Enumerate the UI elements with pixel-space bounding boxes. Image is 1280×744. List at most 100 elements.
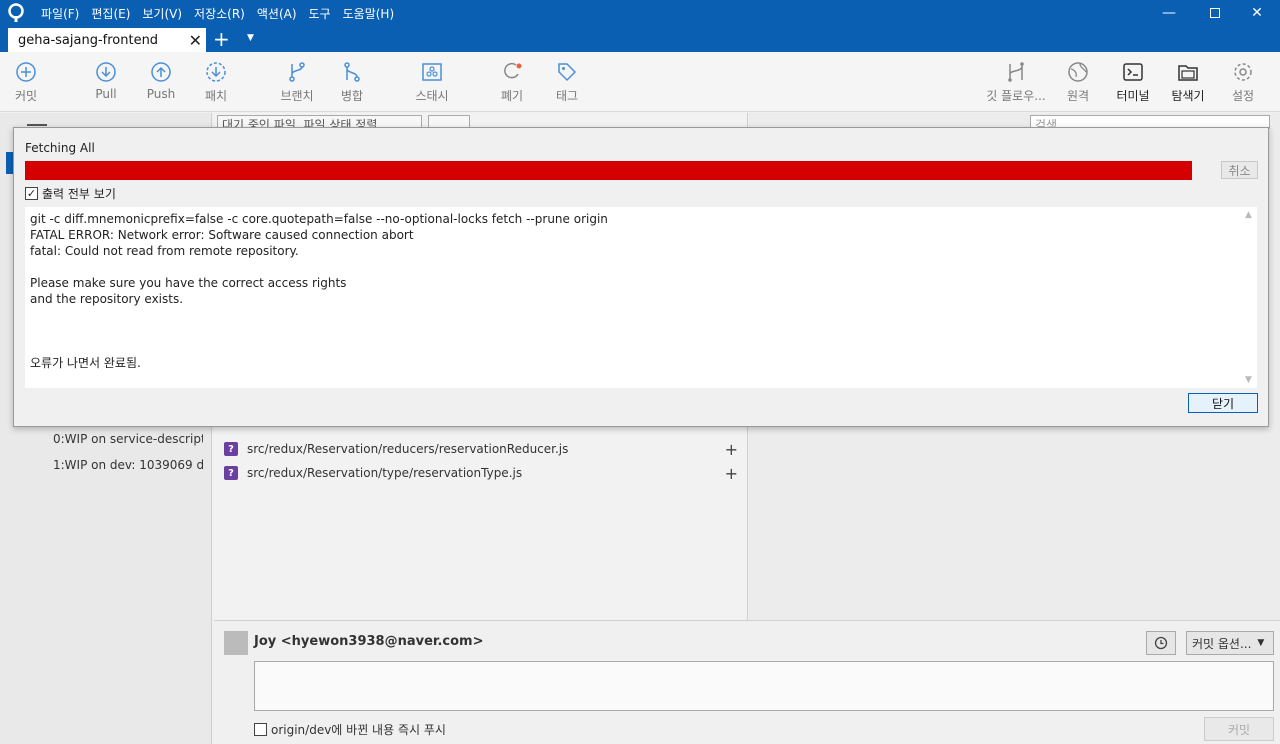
push-button[interactable]: Push <box>131 60 191 101</box>
output-line: git -c diff.mnemonicprefix=false -c core… <box>30 212 608 226</box>
output-scrollbar[interactable]: ▲ ▼ <box>1241 207 1257 388</box>
merge-button[interactable]: 병합 <box>322 60 382 104</box>
remote-label: 원격 <box>1066 89 1090 103</box>
toolbar: 커밋 Pull Push 패치 브랜치 병합 스태시 폐기 태그 깃 플로우..… <box>0 52 1280 112</box>
commit-options-label: 커밋 옵션... <box>1192 636 1252 651</box>
discard-button[interactable]: 폐기 <box>482 60 542 104</box>
pull-button[interactable]: Pull <box>76 60 136 101</box>
gitflow-label: 깃 플로우... <box>986 89 1046 103</box>
file-path: src/redux/Reservation/type/reservationTy… <box>247 466 523 480</box>
clock-icon <box>1154 636 1168 650</box>
output-line: 오류가 나면서 완료됨. <box>30 356 141 370</box>
gitflow-button[interactable]: 깃 플로우... <box>979 60 1053 104</box>
stage-file-icon[interactable]: + <box>725 464 738 483</box>
stage-file-icon[interactable]: + <box>725 440 738 459</box>
arrow-up-circle-icon <box>151 62 171 82</box>
branch-button[interactable]: 브랜치 <box>267 60 327 104</box>
checkbox-icon <box>254 723 267 736</box>
arrow-down-circle-icon <box>96 62 116 82</box>
settings-button[interactable]: 설정 <box>1213 60 1273 104</box>
tab-repository[interactable]: geha-sajang-frontend ✕ <box>8 28 206 52</box>
tag-button[interactable]: 태그 <box>537 60 597 104</box>
commit-tool-label: 커밋 <box>14 89 38 103</box>
show-full-output-checkbox[interactable]: ✓ 출력 전부 보기 <box>25 185 116 202</box>
menu-view[interactable]: 보기(V) <box>142 5 182 22</box>
terminal-label: 터미널 <box>1116 89 1150 103</box>
commit-history-button[interactable] <box>1146 631 1176 655</box>
menu-file[interactable]: 파일(F) <box>41 5 79 22</box>
branch-icon <box>289 62 305 82</box>
menu-edit[interactable]: 편집(E) <box>91 5 130 22</box>
stash-item[interactable]: 0:WIP on service-description <box>53 432 203 446</box>
terminal-button[interactable]: 터미널 <box>1103 60 1163 104</box>
sourcetree-logo <box>8 3 24 22</box>
show-full-output-label: 출력 전부 보기 <box>42 187 116 201</box>
terminal-icon <box>1123 63 1143 81</box>
commit-pane: Joy <hyewon3938@naver.com> 커밋 옵션... ▼ or… <box>214 620 1280 744</box>
pull-label: Pull <box>95 87 117 101</box>
stash-label: 스태시 <box>415 89 449 103</box>
commit-message-input[interactable] <box>254 661 1274 711</box>
chevron-down-icon: ▼ <box>1257 638 1265 648</box>
menu-repository[interactable]: 저장소(R) <box>194 5 245 22</box>
globe-icon <box>1068 62 1088 82</box>
menu-help[interactable]: 도움말(H) <box>343 5 395 22</box>
output-line: FATAL ERROR: Network error: Software cau… <box>30 228 414 242</box>
merge-icon <box>344 62 360 82</box>
output-line: fatal: Could not read from remote reposi… <box>30 244 299 258</box>
explorer-button[interactable]: 탐색기 <box>1158 60 1218 104</box>
add-tab-icon[interactable]: + <box>213 29 230 49</box>
commit-author: Joy <hyewon3938@naver.com> <box>254 634 484 649</box>
tab-label: geha-sajang-frontend <box>18 32 159 48</box>
avatar <box>224 631 248 655</box>
tab-dropdown-icon[interactable]: ▼ <box>247 33 254 43</box>
folder-icon <box>1178 65 1198 81</box>
stash-item[interactable]: 1:WIP on dev: 1039069 doc <box>53 458 203 472</box>
scroll-up-icon[interactable]: ▲ <box>1245 210 1252 220</box>
fetch-icon <box>206 62 226 82</box>
fetch-progress-dialog: Fetching All 취소 ✓ 출력 전부 보기 git -c diff.m… <box>13 127 1269 427</box>
menu-tools[interactable]: 도구 <box>309 5 331 22</box>
file-path: src/redux/Reservation/reducers/reservati… <box>247 442 569 456</box>
output-log: git -c diff.mnemonicprefix=false -c core… <box>25 207 1241 388</box>
tag-icon <box>558 63 577 82</box>
push-label: Push <box>146 87 176 101</box>
minimize-button[interactable]: — <box>1146 0 1192 26</box>
push-immediately-checkbox[interactable]: origin/dev에 바뀐 내용 즉시 푸시 <box>254 721 446 738</box>
discard-icon <box>504 62 522 79</box>
settings-label: 설정 <box>1231 89 1255 103</box>
tag-label: 태그 <box>555 89 579 103</box>
commit-options-dropdown[interactable]: 커밋 옵션... ▼ <box>1186 631 1274 655</box>
unknown-file-icon: ? <box>224 442 238 456</box>
file-row[interactable]: ? src/redux/Reservation/reducers/reserva… <box>224 438 744 460</box>
scroll-down-icon[interactable]: ▼ <box>1245 375 1252 385</box>
remote-button[interactable]: 원격 <box>1048 60 1108 104</box>
tab-close-icon[interactable]: ✕ <box>189 31 202 50</box>
close-button[interactable]: 닫기 <box>1188 393 1258 413</box>
cancel-button[interactable]: 취소 <box>1221 161 1258 179</box>
unknown-file-icon: ? <box>224 466 238 480</box>
branch-label: 브랜치 <box>280 89 314 103</box>
commit-button[interactable]: 커밋 <box>1204 717 1274 741</box>
menu-bar: 파일(F) 편집(E) 보기(V) 저장소(R) 액션(A) 도구 도움말(H) <box>41 0 406 26</box>
maximize-button[interactable] <box>1192 0 1238 26</box>
close-window-button[interactable]: ✕ <box>1234 0 1280 26</box>
menu-actions[interactable]: 액션(A) <box>257 5 297 22</box>
fetch-button[interactable]: 패치 <box>186 60 246 104</box>
file-row[interactable]: ? src/redux/Reservation/type/reservation… <box>224 462 744 484</box>
stash-button[interactable]: 스태시 <box>402 60 462 104</box>
close-icon: ✕ <box>1251 5 1263 21</box>
title-bar: 파일(F) 편집(E) 보기(V) 저장소(R) 액션(A) 도구 도움말(H)… <box>0 0 1280 26</box>
checkbox-checked-icon: ✓ <box>25 187 38 200</box>
dialog-title: Fetching All <box>25 141 95 155</box>
output-line: Please make sure you have the correct ac… <box>30 276 347 290</box>
push-immediately-label: origin/dev에 바뀐 내용 즉시 푸시 <box>271 723 446 737</box>
discard-label: 폐기 <box>500 89 524 103</box>
stash-icon <box>422 63 442 81</box>
tab-bar: geha-sajang-frontend ✕ + ▼ <box>0 26 1280 52</box>
commit-tool-button[interactable]: 커밋 <box>0 60 56 104</box>
